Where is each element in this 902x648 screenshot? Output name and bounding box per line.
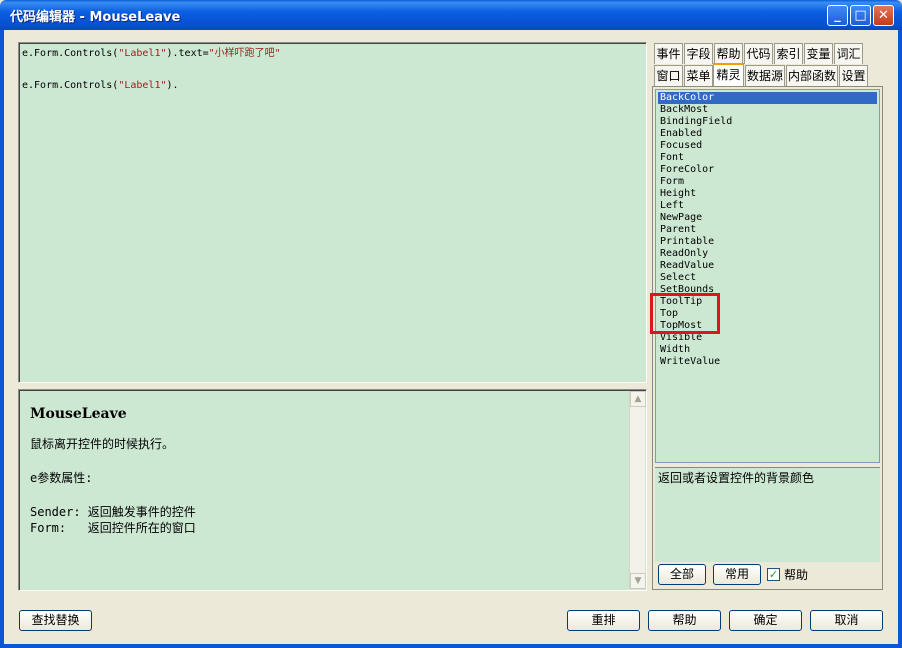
tab-internal-functions[interactable]: 内部函数 bbox=[786, 65, 838, 86]
tab-window[interactable]: 窗口 bbox=[654, 65, 683, 86]
tab-events[interactable]: 事件 bbox=[654, 43, 683, 64]
window-frame-bottom bbox=[0, 644, 902, 648]
find-replace-button[interactable]: 查找替换 bbox=[19, 610, 92, 631]
title-bar[interactable]: 代码编辑器 - MouseLeave _ □ ✕ bbox=[0, 0, 902, 30]
code-text: ).text= bbox=[166, 48, 209, 59]
cancel-button[interactable]: 取消 bbox=[810, 610, 883, 631]
tab-help[interactable]: 帮助 bbox=[714, 43, 743, 64]
tab-fields[interactable]: 字段 bbox=[684, 43, 713, 64]
all-button[interactable]: 全部 bbox=[658, 564, 706, 585]
help-pane[interactable]: MouseLeave 鼠标离开控件的时候执行。 e参数属性: Sender: 返… bbox=[18, 389, 647, 591]
list-item[interactable]: ReadOnly bbox=[658, 248, 877, 260]
tab-datasource[interactable]: 数据源 bbox=[745, 65, 785, 86]
help-title: MouseLeave bbox=[30, 406, 127, 422]
help-scrollbar[interactable]: ▲ ▼ bbox=[629, 391, 646, 589]
help-button[interactable]: 帮助 bbox=[648, 610, 721, 631]
rearrange-button[interactable]: 重排 bbox=[567, 610, 640, 631]
common-button[interactable]: 常用 bbox=[713, 564, 761, 585]
ok-button[interactable]: 确定 bbox=[729, 610, 802, 631]
list-item[interactable]: Width bbox=[658, 344, 877, 356]
highlight-annotation bbox=[650, 293, 720, 334]
list-item[interactable]: BackColor bbox=[658, 92, 877, 104]
property-list[interactable]: BackColor BackMost BindingField Enabled … bbox=[655, 89, 880, 463]
list-item[interactable]: Parent bbox=[658, 224, 877, 236]
minimize-icon: _ bbox=[834, 8, 841, 23]
list-item[interactable]: ForeColor bbox=[658, 164, 877, 176]
tab-menu[interactable]: 菜单 bbox=[684, 65, 713, 86]
minimize-button[interactable]: _ bbox=[827, 5, 848, 26]
tab-variables[interactable]: 变量 bbox=[804, 43, 833, 64]
code-string: "Label1" bbox=[118, 80, 167, 91]
tab-settings[interactable]: 设置 bbox=[839, 65, 868, 86]
window-frame-left bbox=[0, 30, 4, 648]
close-button[interactable]: ✕ bbox=[873, 5, 894, 26]
code-line: e.Form.Controls("Label1"). bbox=[22, 78, 643, 94]
checkmark-icon: ✓ bbox=[768, 568, 779, 581]
code-text: ). bbox=[166, 80, 179, 91]
tab-wizard[interactable]: 精灵 bbox=[713, 63, 744, 86]
tab-code[interactable]: 代码 bbox=[744, 43, 773, 64]
list-item[interactable]: Form bbox=[658, 176, 877, 188]
list-item[interactable]: Height bbox=[658, 188, 877, 200]
tab-index[interactable]: 索引 bbox=[774, 43, 803, 64]
help-checkbox[interactable]: ✓ bbox=[767, 568, 780, 581]
list-item[interactable]: Left bbox=[658, 200, 877, 212]
help-param: Form: 返回控件所在的窗口 bbox=[30, 521, 196, 535]
close-icon: ✕ bbox=[878, 8, 889, 23]
list-item[interactable]: BindingField bbox=[658, 116, 877, 128]
list-item[interactable]: ReadValue bbox=[658, 260, 877, 272]
code-editor[interactable]: e.Form.Controls("Label1").text="小样吓跑了吧" … bbox=[18, 42, 647, 383]
list-item[interactable]: NewPage bbox=[658, 212, 877, 224]
wizard-panel: BackColor BackMost BindingField Enabled … bbox=[652, 86, 883, 590]
code-string: "小样吓跑了吧" bbox=[208, 48, 281, 59]
list-item[interactable]: Printable bbox=[658, 236, 877, 248]
maximize-button[interactable]: □ bbox=[850, 5, 871, 26]
list-item[interactable]: Font bbox=[658, 152, 877, 164]
tab-vocabulary[interactable]: 词汇 bbox=[834, 43, 863, 64]
scroll-down-icon[interactable]: ▼ bbox=[630, 573, 646, 589]
code-text: e.Form.Controls( bbox=[22, 80, 119, 91]
list-item[interactable]: Focused bbox=[658, 140, 877, 152]
code-line: e.Form.Controls("Label1").text="小样吓跑了吧" bbox=[22, 46, 643, 62]
list-item[interactable]: Select bbox=[658, 272, 877, 284]
help-param: Sender: 返回触发事件的控件 bbox=[30, 505, 196, 519]
maximize-icon: □ bbox=[854, 8, 867, 23]
help-checkbox-label: 帮助 bbox=[784, 568, 809, 582]
window-title: 代码编辑器 - MouseLeave bbox=[10, 10, 181, 25]
code-string: "Label1" bbox=[118, 48, 167, 59]
property-description: 返回或者设置控件的背景颜色 bbox=[655, 467, 880, 562]
scroll-up-icon[interactable]: ▲ bbox=[630, 391, 646, 407]
list-item[interactable]: Enabled bbox=[658, 128, 877, 140]
window-frame-right bbox=[898, 30, 902, 648]
list-item[interactable]: BackMost bbox=[658, 104, 877, 116]
help-description: 鼠标离开控件的时候执行。 bbox=[30, 437, 175, 451]
list-item[interactable]: WriteValue bbox=[658, 356, 877, 368]
code-text: e.Form.Controls( bbox=[22, 48, 119, 59]
help-params-heading: e参数属性: bbox=[30, 471, 93, 485]
